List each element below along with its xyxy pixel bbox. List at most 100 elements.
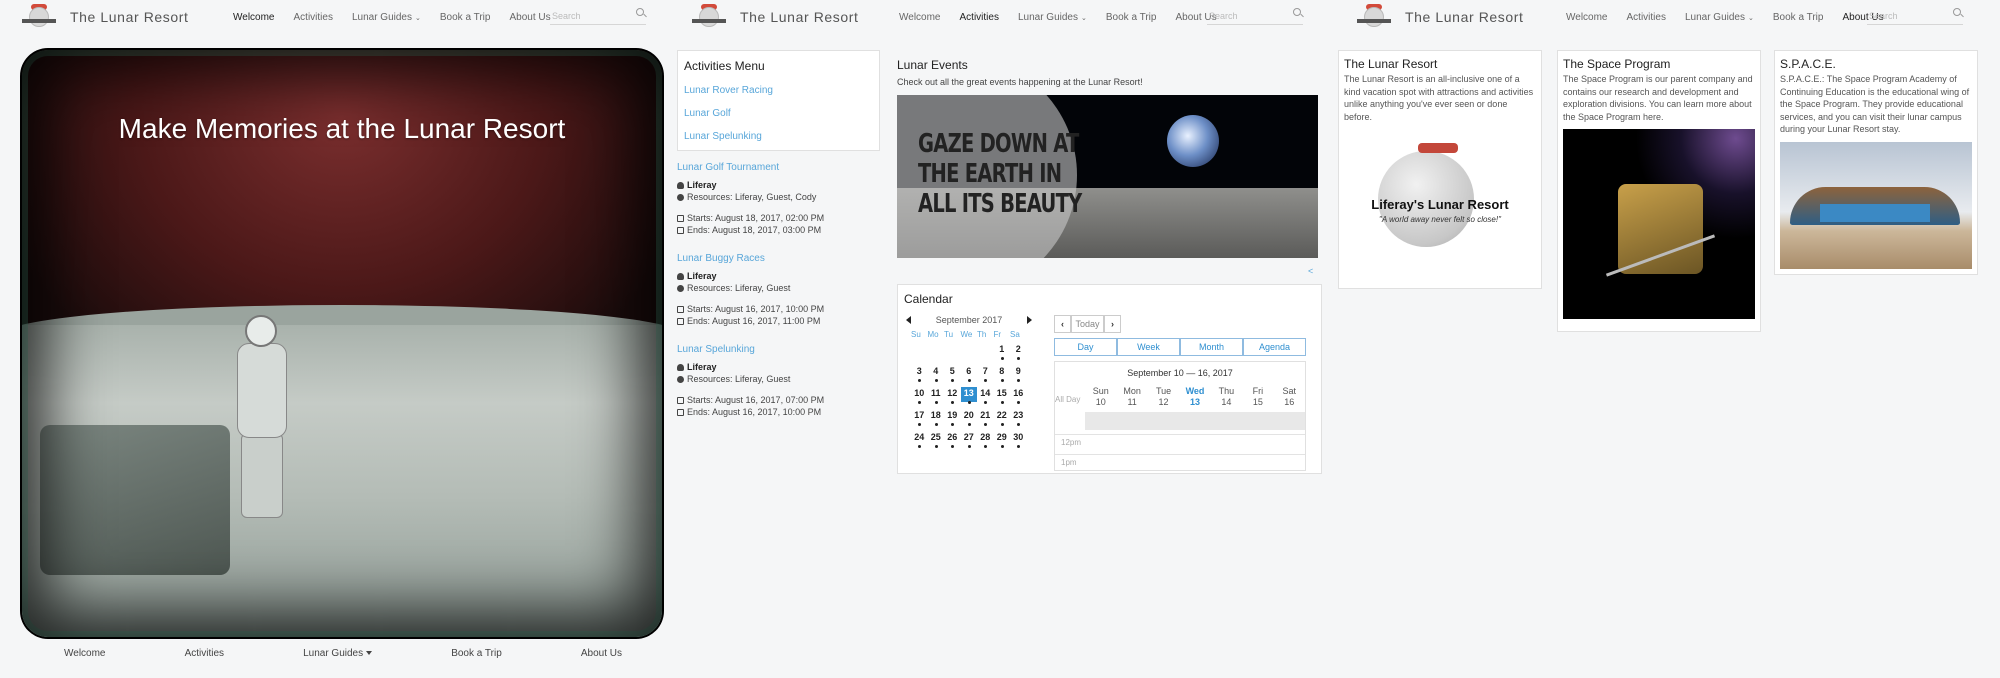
nav-book-a-trip[interactable]: Book a Trip <box>440 12 491 23</box>
lunar-resort-logo-icon[interactable] <box>22 4 56 30</box>
week-day-header[interactable]: Thu 14 <box>1211 386 1242 408</box>
search-icon[interactable] <box>636 8 644 16</box>
week-day-header[interactable]: Tue 12 <box>1148 386 1179 408</box>
calendar-day[interactable]: 3 <box>911 365 928 387</box>
calendar-day[interactable]: 12 <box>944 387 961 409</box>
view-day-button[interactable]: Day <box>1054 338 1117 356</box>
calendar-day[interactable]: 4 <box>928 365 945 387</box>
search-icon[interactable] <box>1293 8 1301 16</box>
footer-nav-book-a-trip[interactable]: Book a Trip <box>451 648 502 659</box>
event-title-link[interactable]: Lunar Golf Tournament <box>677 162 877 173</box>
event-dot-icon <box>1017 423 1020 426</box>
card-text: The Lunar Resort is an all-inclusive one… <box>1344 74 1534 122</box>
calendar-day[interactable]: 1 <box>994 343 1011 365</box>
calendar-day[interactable]: 20 <box>961 409 978 431</box>
calendar-day[interactable]: 26 <box>944 431 961 453</box>
lunar-module-image <box>1563 129 1755 319</box>
calendar-day[interactable]: 10 <box>911 387 928 409</box>
week-day-header[interactable]: Wed 13 <box>1179 386 1210 408</box>
share-icon[interactable]: < <box>1308 266 1313 276</box>
nav-activities[interactable]: Activities <box>1627 12 1666 23</box>
calendar-day[interactable]: 15 <box>994 387 1011 409</box>
time-slots[interactable]: 12pm 1pm <box>1055 434 1305 470</box>
calendar-day[interactable]: 27 <box>961 431 978 453</box>
calendar-day[interactable]: 23 <box>1010 409 1027 431</box>
event-dot-icon <box>934 379 938 382</box>
prev-month-icon[interactable] <box>906 316 911 324</box>
calendar-day[interactable]: 28 <box>977 431 994 453</box>
calendar-day[interactable]: 5 <box>944 365 961 387</box>
nav-activities[interactable]: Activities <box>960 12 999 23</box>
calendar-day[interactable]: 13 <box>960 387 977 404</box>
event-title-link[interactable]: Lunar Spelunking <box>677 344 877 355</box>
event-resources: Resources: Liferay, Guest, Cody <box>687 192 817 202</box>
week-day-header[interactable]: Sun 10 <box>1085 386 1116 408</box>
event-dot-icon <box>967 445 971 448</box>
search-input[interactable]: Search <box>550 7 646 25</box>
lunar-resort-logo-icon[interactable] <box>1357 4 1391 30</box>
calendar-day[interactable]: 30 <box>1010 431 1027 453</box>
nav-about-us[interactable]: About Us <box>509 12 550 23</box>
view-month-button[interactable]: Month <box>1180 338 1243 356</box>
week-day-name: Tue <box>1155 386 1172 396</box>
search-icon[interactable] <box>1953 8 1961 16</box>
calendar-day[interactable]: 7 <box>977 365 994 387</box>
next-month-icon[interactable] <box>1026 316 1032 324</box>
nav-lunar-guides[interactable]: Lunar Guides ⌄ <box>1685 12 1754 23</box>
calendar-day[interactable]: 2 <box>1010 343 1027 365</box>
nav-lunar-guides[interactable]: Lunar Guides ⌄ <box>1018 12 1087 23</box>
calendar-day[interactable]: 17 <box>911 409 928 431</box>
lunar-resort-logo-icon[interactable] <box>692 4 726 30</box>
calendar-day[interactable]: 16 <box>1010 387 1027 409</box>
event-resources: Resources: Liferay, Guest <box>687 374 791 384</box>
footer-nav-activities[interactable]: Activities <box>185 648 224 659</box>
search-input[interactable]: Search <box>1867 7 1963 25</box>
nav-welcome[interactable]: Welcome <box>233 12 275 23</box>
view-agenda-button[interactable]: Agenda <box>1243 338 1306 356</box>
today-button[interactable]: Today <box>1071 315 1104 333</box>
site-title[interactable]: The Lunar Resort <box>1405 9 1545 25</box>
globe-icon <box>677 193 684 201</box>
calendar-day[interactable]: 21 <box>977 409 994 431</box>
site-title[interactable]: The Lunar Resort <box>70 9 210 25</box>
calendar-day[interactable]: 29 <box>994 431 1011 453</box>
next-week-button[interactable]: › <box>1104 315 1121 333</box>
site-title[interactable]: The Lunar Resort <box>740 9 880 25</box>
footer-nav-about-us[interactable]: About Us <box>581 648 622 659</box>
calendar-day[interactable]: 11 <box>928 387 945 409</box>
nav-welcome[interactable]: Welcome <box>1566 12 1608 23</box>
all-day-row[interactable] <box>1085 412 1305 430</box>
calendar-day[interactable]: 14 <box>977 387 994 409</box>
calendar-day[interactable]: 22 <box>994 409 1011 431</box>
calendar-icon <box>677 396 684 404</box>
menu-link-lunar-spelunking[interactable]: Lunar Spelunking <box>684 131 873 142</box>
nav-book-a-trip[interactable]: Book a Trip <box>1773 12 1824 23</box>
week-day-header[interactable]: Mon 11 <box>1116 386 1147 408</box>
nav-welcome[interactable]: Welcome <box>899 12 941 23</box>
calendar-day[interactable]: 25 <box>928 431 945 453</box>
calendar-day[interactable]: 8 <box>994 365 1011 387</box>
footer-nav-lunar-guides[interactable]: Lunar Guides <box>303 648 373 659</box>
logo-tagline: "A world away never felt so close!" <box>1379 215 1501 224</box>
menu-link-lunar-golf[interactable]: Lunar Golf <box>684 108 873 119</box>
calendar-day[interactable]: 6 <box>961 365 978 387</box>
week-day-name: Thu <box>1218 386 1235 396</box>
footer-nav-welcome[interactable]: Welcome <box>64 648 106 659</box>
card-space-program: The Space Program The Space Program is o… <box>1557 50 1761 332</box>
nav-activities[interactable]: Activities <box>294 12 333 23</box>
search-input[interactable]: Search <box>1207 7 1303 25</box>
calendar-day[interactable]: 24 <box>911 431 928 453</box>
prev-week-button[interactable]: ‹ <box>1054 315 1071 333</box>
week-day-header[interactable]: Sat 16 <box>1274 386 1305 408</box>
view-week-button[interactable]: Week <box>1117 338 1180 356</box>
nav-book-a-trip[interactable]: Book a Trip <box>1106 12 1157 23</box>
menu-link-lunar-rover-racing[interactable]: Lunar Rover Racing <box>684 85 873 96</box>
nav-lunar-guides-label: Lunar Guides <box>1684 11 1745 23</box>
day-of-week-label: Sa <box>1010 330 1020 339</box>
calendar-day[interactable]: 9 <box>1010 365 1027 387</box>
calendar-day[interactable]: 18 <box>928 409 945 431</box>
calendar-day[interactable]: 19 <box>944 409 961 431</box>
event-title-link[interactable]: Lunar Buggy Races <box>677 253 877 264</box>
nav-lunar-guides[interactable]: Lunar Guides ⌄ <box>352 12 421 23</box>
week-day-header[interactable]: Fri 15 <box>1242 386 1273 408</box>
